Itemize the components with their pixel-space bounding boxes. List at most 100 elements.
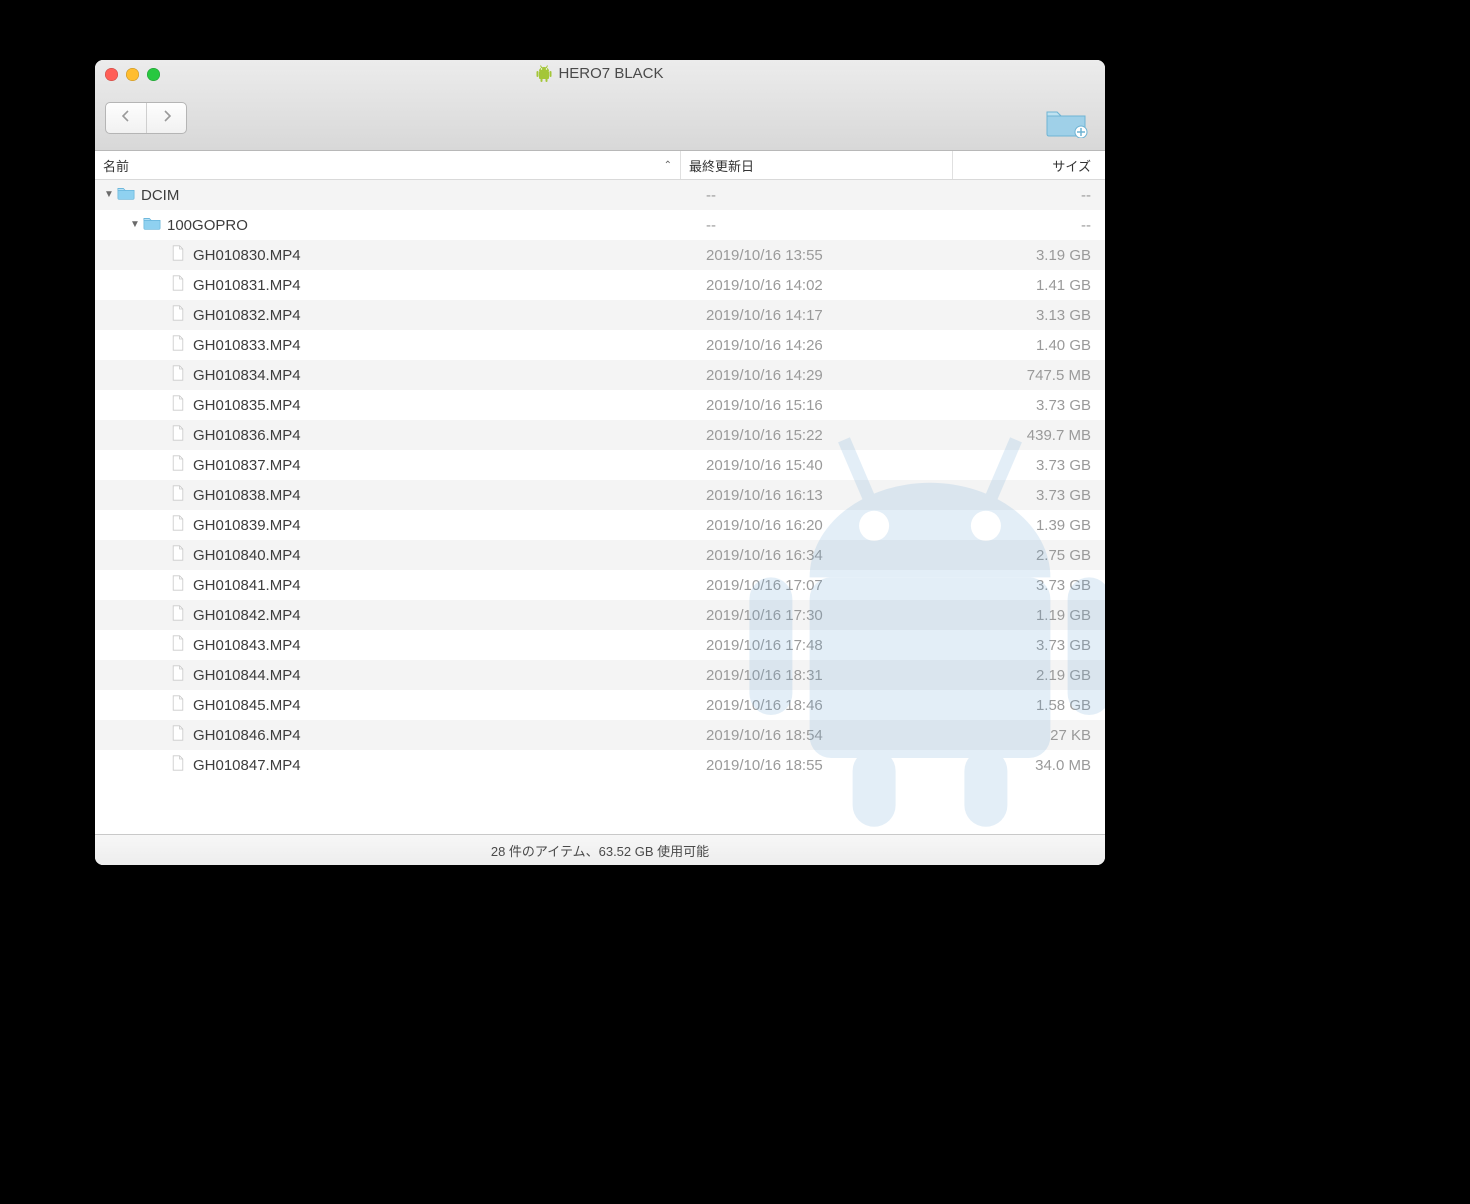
cell-date: 2019/10/16 15:22 [698,427,961,444]
file-row[interactable]: GH010844.MP4 2019/10/16 18:312.19 GB [95,660,1105,690]
cell-size: 2.19 GB [961,667,1105,684]
item-name: GH010834.MP4 [193,367,301,384]
file-row[interactable]: GH010830.MP42019/10/16 13:553.19 GB [95,240,1105,270]
file-icon [169,275,187,295]
cell-date: 2019/10/16 14:26 [698,337,961,354]
android-icon [536,65,552,83]
item-name: GH010835.MP4 [193,397,301,414]
file-row[interactable]: GH010833.MP42019/10/16 14:261.40 GB [95,330,1105,360]
item-name: GH010841.MP4 [193,577,301,594]
cell-size: 1.19 GB [961,607,1105,624]
file-listing[interactable]: ▼DCIM----▼100GOPRO----GH010830.MP42019/1… [95,180,1105,834]
file-icon [169,575,187,595]
column-header-name-label: 名前 [103,156,129,175]
file-icon [169,245,187,265]
window-title-text: HERO7 BLACK [558,65,663,82]
item-name: GH010845.MP4 [193,697,301,714]
cell-size: 439.7 MB [961,427,1105,444]
cell-date: 2019/10/16 16:13 [698,487,961,504]
new-folder-button[interactable] [1043,102,1091,138]
file-row[interactable]: GH010834.MP42019/10/16 14:29747.5 MB [95,360,1105,390]
file-row[interactable]: GH010839.MP42019/10/16 16:201.39 GB [95,510,1105,540]
cell-size: 1.41 GB [961,277,1105,294]
folder-row[interactable]: ▼DCIM---- [95,180,1105,210]
sort-ascending-icon: ⌃ [664,160,672,171]
cell-name: GH010837.MP4 [95,455,698,475]
file-icon [169,755,187,775]
item-name: GH010846.MP4 [193,727,301,744]
file-row[interactable]: GH010840.MP42019/10/16 16:342.75 GB [95,540,1105,570]
chevron-right-icon [162,110,172,122]
file-icon [169,635,187,655]
cell-date: 2019/10/16 17:48 [698,637,961,654]
item-name: GH010838.MP4 [193,487,301,504]
cell-date: 2019/10/16 18:55 [698,757,961,774]
cell-date: -- [698,217,961,234]
file-row[interactable]: GH010835.MP42019/10/16 15:163.73 GB [95,390,1105,420]
cell-name: GH010833.MP4 [95,335,698,355]
cell-size: 3.13 GB [961,307,1105,324]
column-header-name[interactable]: 名前 ⌃ [95,151,681,179]
cell-name: GH010830.MP4 [95,245,698,265]
column-header-size[interactable]: サイズ [953,151,1105,179]
item-name: GH010830.MP4 [193,247,301,264]
columns-header: 名前 ⌃ 最終更新日 サイズ [95,151,1105,180]
forward-button[interactable] [146,103,186,133]
cell-name: GH010839.MP4 [95,515,698,535]
statusbar-text: 28 件のアイテム、63.52 GB 使用可能 [491,841,709,860]
file-row[interactable]: GH010837.MP42019/10/16 15:403.73 GB [95,450,1105,480]
cell-date: 2019/10/16 15:16 [698,397,961,414]
disclosure-triangle-icon[interactable]: ▼ [129,219,141,230]
folder-row[interactable]: ▼ 100GOPRO ---- [95,210,1105,240]
cell-name: ▼DCIM [95,185,698,205]
cell-size: -- [961,187,1105,204]
column-header-date[interactable]: 最終更新日 [681,151,953,179]
cell-name: ▼ 100GOPRO [95,215,698,235]
cell-date: 2019/10/16 18:46 [698,697,961,714]
cell-name: GH010843.MP4 [95,635,698,655]
file-icon [169,365,187,385]
cell-name: GH010831.MP4 [95,275,698,295]
cell-size: -- [961,217,1105,234]
item-name: 100GOPRO [167,217,248,234]
cell-date: 2019/10/16 16:34 [698,547,961,564]
file-row[interactable]: GH010845.MP4 2019/10/16 18:461.58 GB [95,690,1105,720]
file-icon [169,305,187,325]
folder-icon [117,185,135,205]
item-name: GH010839.MP4 [193,517,301,534]
cell-name: GH010834.MP4 [95,365,698,385]
file-row[interactable]: GH010842.MP4 2019/10/16 17:301.19 GB [95,600,1105,630]
file-row[interactable]: GH010847.MP42019/10/16 18:5534.0 MB [95,750,1105,780]
cell-date: 2019/10/16 16:20 [698,517,961,534]
file-icon [169,725,187,745]
cell-date: 2019/10/16 18:31 [698,667,961,684]
file-icon [169,335,187,355]
file-row[interactable]: GH010832.MP42019/10/16 14:173.13 GB [95,300,1105,330]
file-row[interactable]: GH010841.MP42019/10/16 17:073.73 GB [95,570,1105,600]
cell-date: 2019/10/16 17:30 [698,607,961,624]
cell-date: 2019/10/16 15:40 [698,457,961,474]
disclosure-triangle-icon[interactable]: ▼ [103,189,115,200]
file-row[interactable]: GH010831.MP42019/10/16 14:021.41 GB [95,270,1105,300]
cell-name: GH010838.MP4 [95,485,698,505]
item-name: GH010832.MP4 [193,307,301,324]
folder-icon [143,215,161,235]
file-row[interactable]: GH010843.MP42019/10/16 17:483.73 GB [95,630,1105,660]
cell-name: GH010842.MP4 [95,605,698,625]
cell-size: 34.0 MB [961,757,1105,774]
chevron-left-icon [121,110,131,122]
cell-size: 2.75 GB [961,547,1105,564]
cell-size: 1.58 GB [961,697,1105,714]
file-row[interactable]: GH010836.MP42019/10/16 15:22439.7 MB [95,420,1105,450]
file-icon [169,455,187,475]
cell-name: GH010840.MP4 [95,545,698,565]
file-row[interactable]: GH010846.MP42019/10/16 18:5427 KB [95,720,1105,750]
back-button[interactable] [106,103,146,133]
item-name: GH010837.MP4 [193,457,301,474]
column-header-size-label: サイズ [1052,156,1091,175]
item-name: GH010842.MP4 [193,607,301,624]
cell-size: 747.5 MB [961,367,1105,384]
file-row[interactable]: GH010838.MP42019/10/16 16:133.73 GB [95,480,1105,510]
item-name: GH010844.MP4 [193,667,301,684]
cell-date: 2019/10/16 14:02 [698,277,961,294]
